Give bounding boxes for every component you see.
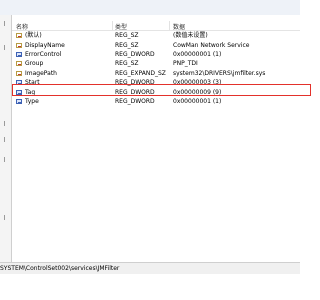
list-item[interactable]: Group REG_SZ PNP_TDI bbox=[12, 60, 300, 68]
value-type: REG_DWORD bbox=[115, 51, 155, 58]
values-list: 名称 类型 数据 (默认) REG_SZ (数值未设置) DisplayName… bbox=[12, 15, 311, 262]
value-name: ErrorControl bbox=[25, 51, 62, 58]
value-name: (默认) bbox=[25, 32, 42, 39]
tree-node-marker[interactable] bbox=[4, 157, 5, 162]
start-row-highlight bbox=[12, 84, 311, 96]
column-header-name[interactable]: 名称 bbox=[16, 22, 28, 31]
value-type: REG_EXPAND_SZ bbox=[115, 70, 166, 77]
tree-node-marker[interactable] bbox=[4, 121, 5, 126]
string-value-icon bbox=[16, 43, 22, 48]
value-name: Type bbox=[25, 98, 39, 105]
column-header-type[interactable]: 类型 bbox=[115, 22, 127, 31]
value-data: (数值未设置) bbox=[173, 32, 208, 39]
string-value-icon bbox=[16, 33, 22, 38]
list-item[interactable]: ImagePath REG_EXPAND_SZ system32\DRIVERS… bbox=[12, 70, 300, 78]
dword-value-icon bbox=[16, 52, 22, 57]
list-item[interactable]: ErrorControl REG_DWORD 0x00000001 (1) bbox=[12, 51, 300, 59]
status-bar: SYSTEM\ControlSet002\services\JMFilter bbox=[0, 262, 300, 274]
toolbar-strip bbox=[0, 0, 300, 15]
value-type: REG_SZ bbox=[115, 60, 139, 67]
registry-path: SYSTEM\ControlSet002\services\JMFilter bbox=[0, 265, 120, 272]
value-data: 0x00000001 (1) bbox=[173, 51, 222, 58]
value-data: CowMan Network Service bbox=[173, 42, 250, 49]
value-name: DisplayName bbox=[25, 42, 65, 49]
bottom-blank-area bbox=[0, 274, 300, 300]
registry-tree-pane[interactable] bbox=[0, 15, 12, 262]
string-value-icon bbox=[16, 71, 22, 76]
column-header-row: 名称 类型 数据 bbox=[12, 21, 300, 31]
value-type: REG_SZ bbox=[115, 42, 139, 49]
column-divider[interactable] bbox=[169, 21, 170, 30]
value-type: REG_SZ bbox=[115, 32, 139, 39]
value-type: REG_DWORD bbox=[115, 98, 155, 105]
string-value-icon bbox=[16, 61, 22, 66]
value-name: Group bbox=[25, 60, 44, 67]
list-item[interactable]: (默认) REG_SZ (数值未设置) bbox=[12, 32, 300, 40]
value-data: 0x00000001 (1) bbox=[173, 98, 222, 105]
column-header-data[interactable]: 数据 bbox=[173, 22, 185, 31]
tree-node-marker[interactable] bbox=[4, 21, 5, 26]
list-item[interactable]: Type REG_DWORD 0x00000001 (1) bbox=[12, 98, 300, 106]
list-item[interactable]: DisplayName REG_SZ CowMan Network Servic… bbox=[12, 42, 300, 50]
value-name: ImagePath bbox=[25, 70, 57, 77]
tree-node-marker[interactable] bbox=[4, 137, 5, 142]
tree-node-marker[interactable] bbox=[4, 215, 5, 220]
column-divider[interactable] bbox=[112, 21, 113, 30]
tree-node-marker[interactable] bbox=[4, 45, 5, 50]
value-data: PNP_TDI bbox=[173, 60, 198, 67]
dword-value-icon bbox=[16, 99, 22, 104]
value-data: system32\DRIVERS\jmfilter.sys bbox=[173, 70, 266, 77]
